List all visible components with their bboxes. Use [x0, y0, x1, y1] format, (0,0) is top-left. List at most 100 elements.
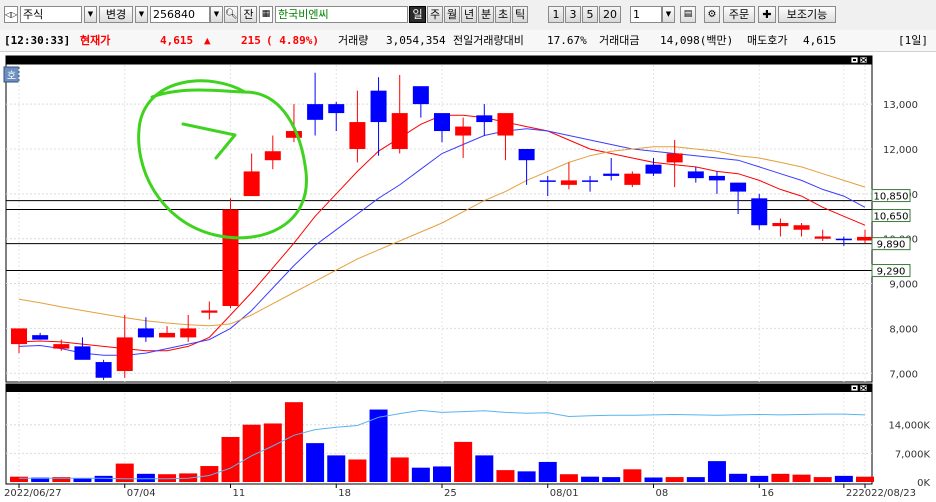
candle-body[interactable]	[751, 198, 768, 226]
candle-body[interactable]	[539, 180, 556, 182]
period-month-tab[interactable]: 월	[444, 6, 460, 23]
candle-body[interactable]	[391, 113, 408, 149]
stock-name-field[interactable]: 한국비엔씨	[275, 6, 408, 23]
candle-body[interactable]	[412, 86, 429, 105]
volume-bar[interactable]	[369, 409, 388, 482]
volume-bar[interactable]	[94, 475, 113, 482]
gear-icon[interactable]: ⚙	[704, 6, 720, 23]
chevron-down-icon[interactable]: ▼	[210, 6, 223, 23]
volume-bar[interactable]	[390, 457, 409, 482]
candle-body[interactable]	[32, 335, 49, 340]
volume-bar[interactable]	[73, 478, 92, 482]
interval-20-button[interactable]: 20	[599, 6, 621, 23]
candle-body[interactable]	[497, 113, 514, 136]
candle-body[interactable]	[180, 328, 197, 338]
maximize-icon[interactable]	[850, 384, 859, 392]
order-button[interactable]: 주문	[723, 6, 755, 23]
candle-body[interactable]	[11, 328, 27, 345]
interval-3-button[interactable]: 3	[565, 6, 581, 23]
candle-body[interactable]	[814, 236, 831, 239]
candle-body[interactable]	[687, 171, 704, 179]
arrows-icon[interactable]: ◁▷	[4, 6, 18, 23]
candle-body[interactable]	[518, 148, 535, 161]
volume-bar[interactable]	[813, 477, 832, 482]
volume-bar[interactable]	[644, 477, 663, 482]
save-icon[interactable]: ▤	[680, 6, 696, 23]
volume-bar[interactable]	[792, 474, 811, 482]
volume-bar[interactable]	[348, 459, 367, 482]
candle-body[interactable]	[603, 173, 620, 176]
candle-body[interactable]	[201, 310, 218, 313]
period-year-tab[interactable]: 년	[461, 6, 477, 23]
period-day-tab[interactable]: 일	[409, 6, 426, 23]
candle-body[interactable]	[307, 104, 324, 120]
volume-bar[interactable]	[517, 471, 536, 482]
volume-bar[interactable]	[623, 469, 642, 482]
volume-bar[interactable]	[475, 455, 494, 482]
jan-button[interactable]: 잔	[240, 6, 257, 23]
volume-bar[interactable]	[602, 477, 621, 482]
side-tag[interactable]: 호	[3, 66, 20, 83]
search-icon[interactable]: 🔍︎	[224, 6, 238, 23]
candle-body[interactable]	[159, 332, 176, 338]
candle-body[interactable]	[560, 180, 577, 185]
change-button[interactable]: 변경	[99, 6, 133, 23]
period-second-tab[interactable]: 초	[495, 6, 511, 23]
volume-bar[interactable]	[263, 423, 282, 482]
candle-body[interactable]	[857, 236, 873, 241]
candle-body[interactable]	[708, 175, 725, 181]
volume-bar[interactable]	[327, 455, 346, 482]
period-tick-tab[interactable]: 틱	[512, 6, 528, 23]
candle-body[interactable]	[624, 173, 641, 185]
volume-bar[interactable]	[306, 443, 325, 482]
candle-body[interactable]	[772, 223, 789, 227]
chevron-down-icon[interactable]: ▼	[662, 6, 675, 23]
candle-body[interactable]	[645, 164, 662, 174]
volume-bar[interactable]	[136, 473, 155, 482]
volume-bar[interactable]	[10, 476, 28, 482]
candle-body[interactable]	[476, 115, 493, 123]
volume-bar[interactable]	[115, 463, 134, 482]
candle-body[interactable]	[95, 362, 112, 378]
candle-body[interactable]	[349, 122, 366, 149]
volume-bar[interactable]	[771, 473, 790, 482]
volume-bar[interactable]	[665, 477, 684, 482]
chevron-down-icon[interactable]: ▼	[84, 6, 97, 23]
volume-bar[interactable]	[856, 476, 874, 482]
volume-bar[interactable]	[750, 475, 769, 482]
candle-body[interactable]	[116, 337, 133, 372]
candle-body[interactable]	[370, 90, 387, 123]
candle-body[interactable]	[666, 153, 683, 163]
candle-body[interactable]	[730, 182, 747, 192]
volume-bar[interactable]	[433, 466, 451, 482]
period-minute-tab[interactable]: 분	[478, 6, 494, 23]
volume-bar[interactable]	[581, 476, 600, 482]
candle-body[interactable]	[455, 126, 472, 136]
stock-code-input[interactable]: 256840	[150, 6, 210, 23]
volume-bar[interactable]	[559, 474, 578, 482]
volume-bar[interactable]	[834, 475, 853, 482]
volume-bar[interactable]	[496, 470, 515, 482]
volume-bar[interactable]	[411, 467, 430, 482]
volume-bar[interactable]	[707, 461, 726, 482]
maximize-icon[interactable]	[850, 56, 859, 64]
candle-body[interactable]	[328, 104, 345, 114]
chevron-down-icon[interactable]: ▼	[135, 6, 148, 23]
candle-body[interactable]	[243, 171, 260, 197]
close-icon[interactable]	[859, 56, 868, 64]
candle-body[interactable]	[53, 344, 70, 349]
candle-body[interactable]	[222, 209, 239, 306]
volume-bar[interactable]	[200, 466, 219, 482]
candle-body[interactable]	[285, 131, 302, 138]
interval-5-button[interactable]: 5	[582, 6, 598, 23]
period-week-tab[interactable]: 주	[427, 6, 443, 23]
close-icon[interactable]	[859, 384, 868, 392]
candle-body[interactable]	[582, 180, 599, 182]
candle-body[interactable]	[793, 225, 810, 230]
candle-body[interactable]	[137, 328, 154, 338]
interval-input[interactable]: 1	[630, 6, 662, 23]
volume-bar[interactable]	[221, 436, 240, 482]
candle-body[interactable]	[835, 238, 852, 241]
market-type-select[interactable]: 주식	[20, 6, 82, 23]
candle-body[interactable]	[434, 113, 450, 132]
